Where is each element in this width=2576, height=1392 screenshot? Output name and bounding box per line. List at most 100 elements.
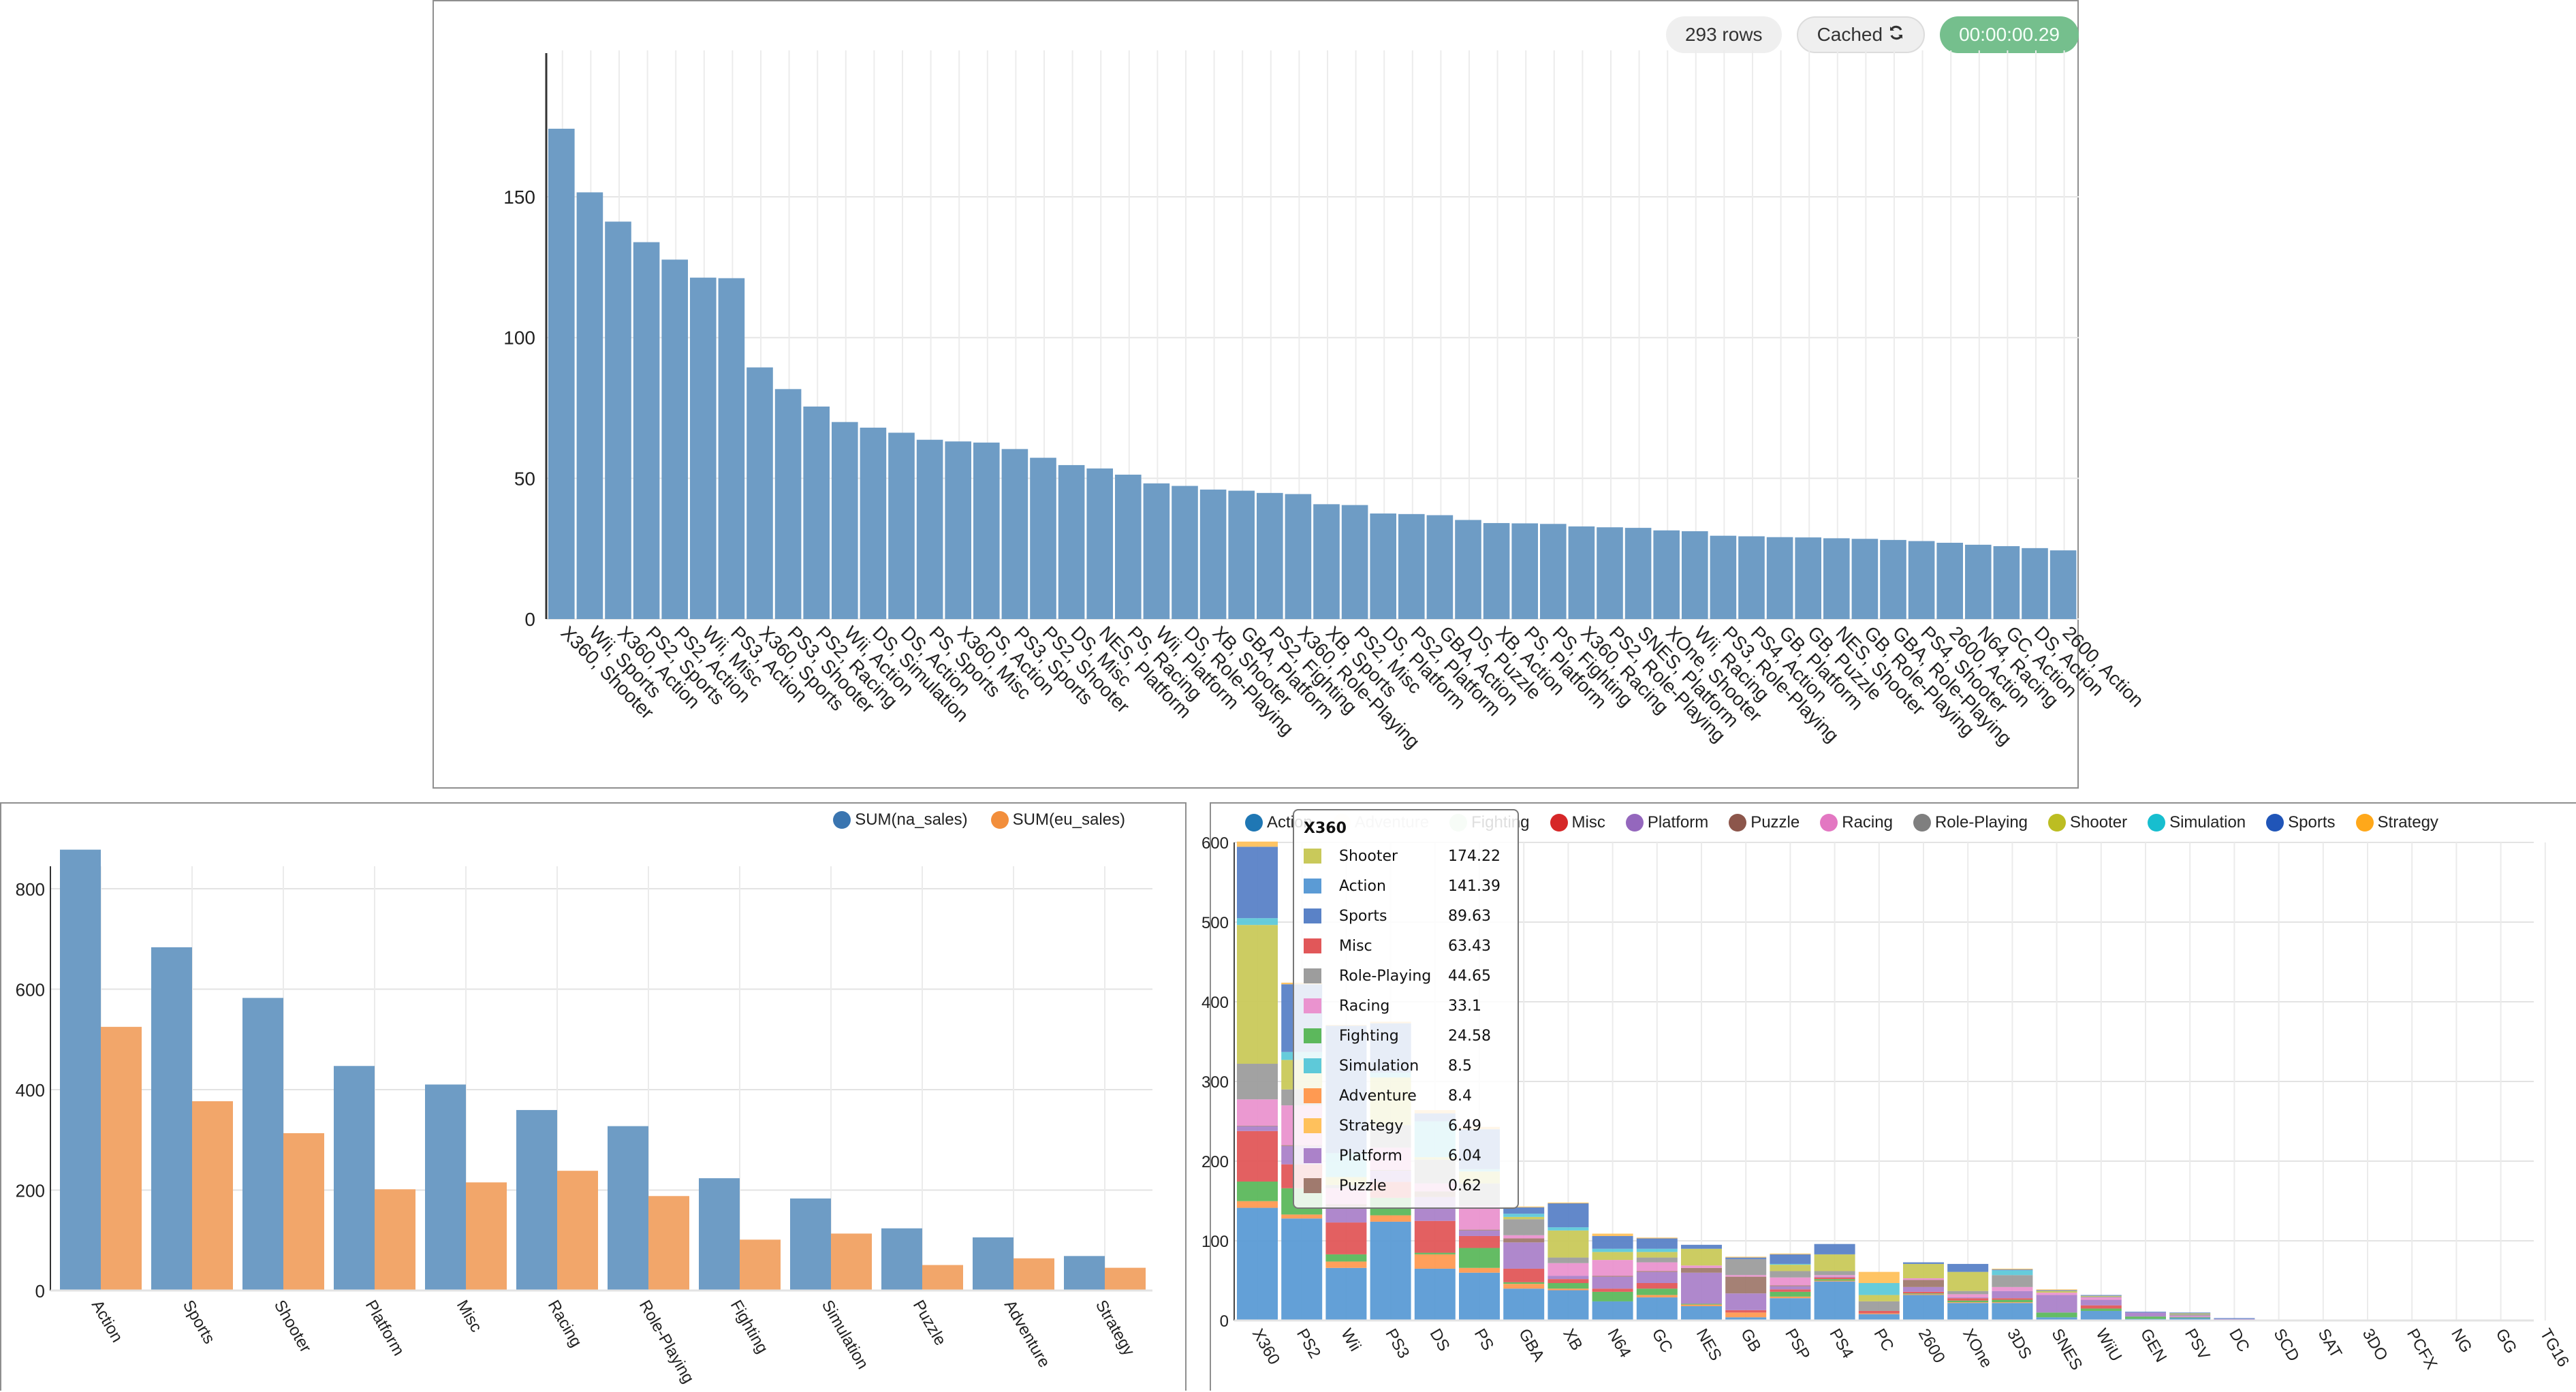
tooltip-swatch xyxy=(1304,1088,1321,1103)
stack-segment-misc xyxy=(1503,1268,1545,1282)
bar-eu-sales xyxy=(557,1171,598,1291)
stack-segment-adventure xyxy=(1237,1201,1278,1208)
tooltip-value: 141.39 xyxy=(1448,877,1501,895)
tooltip-row: Simulation 8.5 xyxy=(1304,1051,1508,1081)
stack-segment-fighting xyxy=(1414,1252,1456,1254)
stack-segment-role-playing xyxy=(1237,1064,1278,1100)
bar xyxy=(1370,513,1396,619)
stack-segment-adventure xyxy=(1725,1312,1767,1318)
stack-segment-racing xyxy=(2080,1297,2122,1300)
stack-segment-role-playing xyxy=(1814,1271,1855,1276)
bar xyxy=(548,129,575,620)
stack-segment-simulation xyxy=(1858,1283,1900,1295)
stack-segment-racing xyxy=(1459,1205,1500,1230)
stack-segment-racing xyxy=(1725,1275,1767,1277)
tooltip-value: 8.4 xyxy=(1448,1087,1472,1105)
x-tick-label: XOne xyxy=(1959,1326,1996,1372)
stack-segment-platform xyxy=(1459,1230,1500,1236)
tooltip-swatch xyxy=(1304,908,1321,923)
stack-segment-fighting xyxy=(1992,1299,2033,1303)
tooltip-label: Misc xyxy=(1339,937,1372,955)
stack-segment-racing xyxy=(1592,1260,1633,1276)
bar-eu-sales xyxy=(375,1189,415,1291)
x-tick-label: SNES xyxy=(2047,1326,2086,1374)
stack-segment-shooter xyxy=(1237,925,1278,1064)
stack-segment-simulation xyxy=(1503,1214,1545,1217)
stack-segment-platform xyxy=(2169,1316,2211,1318)
stack-segment-misc xyxy=(1947,1298,1989,1301)
stack-segment-sports xyxy=(1548,1203,1589,1228)
tooltip-value: 6.04 xyxy=(1448,1147,1481,1165)
x-tick-label: Misc xyxy=(453,1297,486,1335)
stack-segment-fighting xyxy=(2080,1308,2122,1311)
x-tick-label: GEN xyxy=(2137,1326,2170,1366)
stack-segment-role-playing xyxy=(2169,1314,2211,1316)
x-tick-label: Shooter xyxy=(270,1297,315,1356)
stack-segment-fighting xyxy=(1636,1288,1678,1295)
stack-segment-strategy xyxy=(2036,1289,2077,1291)
x-tick-label: Strategy xyxy=(1092,1297,1138,1359)
bar xyxy=(1823,538,1850,619)
stack-segment-misc xyxy=(1548,1279,1589,1284)
stack-segment-racing xyxy=(1903,1278,1944,1280)
bar xyxy=(1455,520,1481,619)
bar xyxy=(1908,541,1935,619)
x-tick-label: PS xyxy=(1471,1326,1497,1354)
tooltip-value: 24.58 xyxy=(1448,1027,1491,1045)
y-tick-label: 400 xyxy=(16,1080,45,1101)
bar xyxy=(1426,515,1454,619)
stack-segment-racing xyxy=(2036,1293,2077,1295)
stack-segment-platform xyxy=(1325,1206,1367,1223)
tooltip-swatch xyxy=(1304,849,1321,864)
tooltip-label: Platform xyxy=(1339,1147,1402,1165)
tooltip-label: Fighting xyxy=(1339,1027,1399,1045)
bar xyxy=(803,406,830,619)
stack-segment-misc xyxy=(1636,1283,1678,1289)
bar-eu-sales xyxy=(831,1233,872,1291)
stack-segment-action xyxy=(1503,1288,1545,1320)
stack-segment-puzzle xyxy=(1681,1267,1722,1273)
bar xyxy=(1851,539,1879,619)
stack-segment-shooter xyxy=(1947,1271,1989,1291)
bar xyxy=(605,221,631,619)
stack-segment-role-playing xyxy=(1770,1271,1811,1278)
stack-segment-adventure xyxy=(1903,1294,1944,1295)
stack-segment-misc xyxy=(1459,1235,1500,1248)
tooltip-row: Action 141.39 xyxy=(1304,871,1508,901)
stack-segment-shooter xyxy=(2036,1291,2077,1293)
stack-segment-strategy xyxy=(1592,1233,1633,1236)
stack-segment-simulation xyxy=(1592,1248,1633,1252)
y-tick-label: 0 xyxy=(35,1281,45,1301)
y-tick-label: 100 xyxy=(1201,1233,1229,1251)
tooltip-row: Fighting 24.58 xyxy=(1304,1021,1508,1051)
stack-segment-strategy xyxy=(1636,1237,1678,1239)
stack-segment-racing xyxy=(1770,1277,1811,1286)
x-tick-label: 2600 xyxy=(1915,1326,1949,1367)
tooltip-label: Shooter xyxy=(1339,847,1398,865)
x-tick-label: Fighting xyxy=(727,1297,772,1357)
stack-segment-sports xyxy=(1636,1238,1678,1249)
stack-segment-adventure xyxy=(1681,1304,1722,1306)
stack-segment-fighting xyxy=(1503,1282,1545,1284)
stack-segment-fighting xyxy=(1814,1279,1855,1281)
tooltip-label: Racing xyxy=(1339,997,1390,1015)
stack-segment-platform xyxy=(1725,1293,1767,1310)
tooltip-swatch xyxy=(1304,1028,1321,1043)
stack-segment-sports xyxy=(1992,1269,2033,1271)
stack-segment-sports xyxy=(1947,1263,1989,1272)
bar-eu-sales xyxy=(1014,1258,1054,1291)
bar xyxy=(1511,523,1538,619)
x-tick-label: WiiU xyxy=(2092,1326,2126,1365)
stack-segment-adventure xyxy=(1770,1296,1811,1299)
bar-eu-sales xyxy=(922,1265,963,1291)
y-tick-label: 50 xyxy=(514,468,535,489)
stack-segment-platform xyxy=(1681,1272,1722,1304)
bar xyxy=(661,259,688,619)
tooltip-label: Sports xyxy=(1339,907,1387,925)
bar-eu-sales xyxy=(1105,1267,1146,1291)
x-tick-label: GG xyxy=(2492,1326,2520,1357)
bar xyxy=(1624,528,1652,619)
stack-segment-simulation xyxy=(1237,918,1278,926)
y-tick-label: 150 xyxy=(503,187,535,208)
tooltip-value: 89.63 xyxy=(1448,907,1491,925)
